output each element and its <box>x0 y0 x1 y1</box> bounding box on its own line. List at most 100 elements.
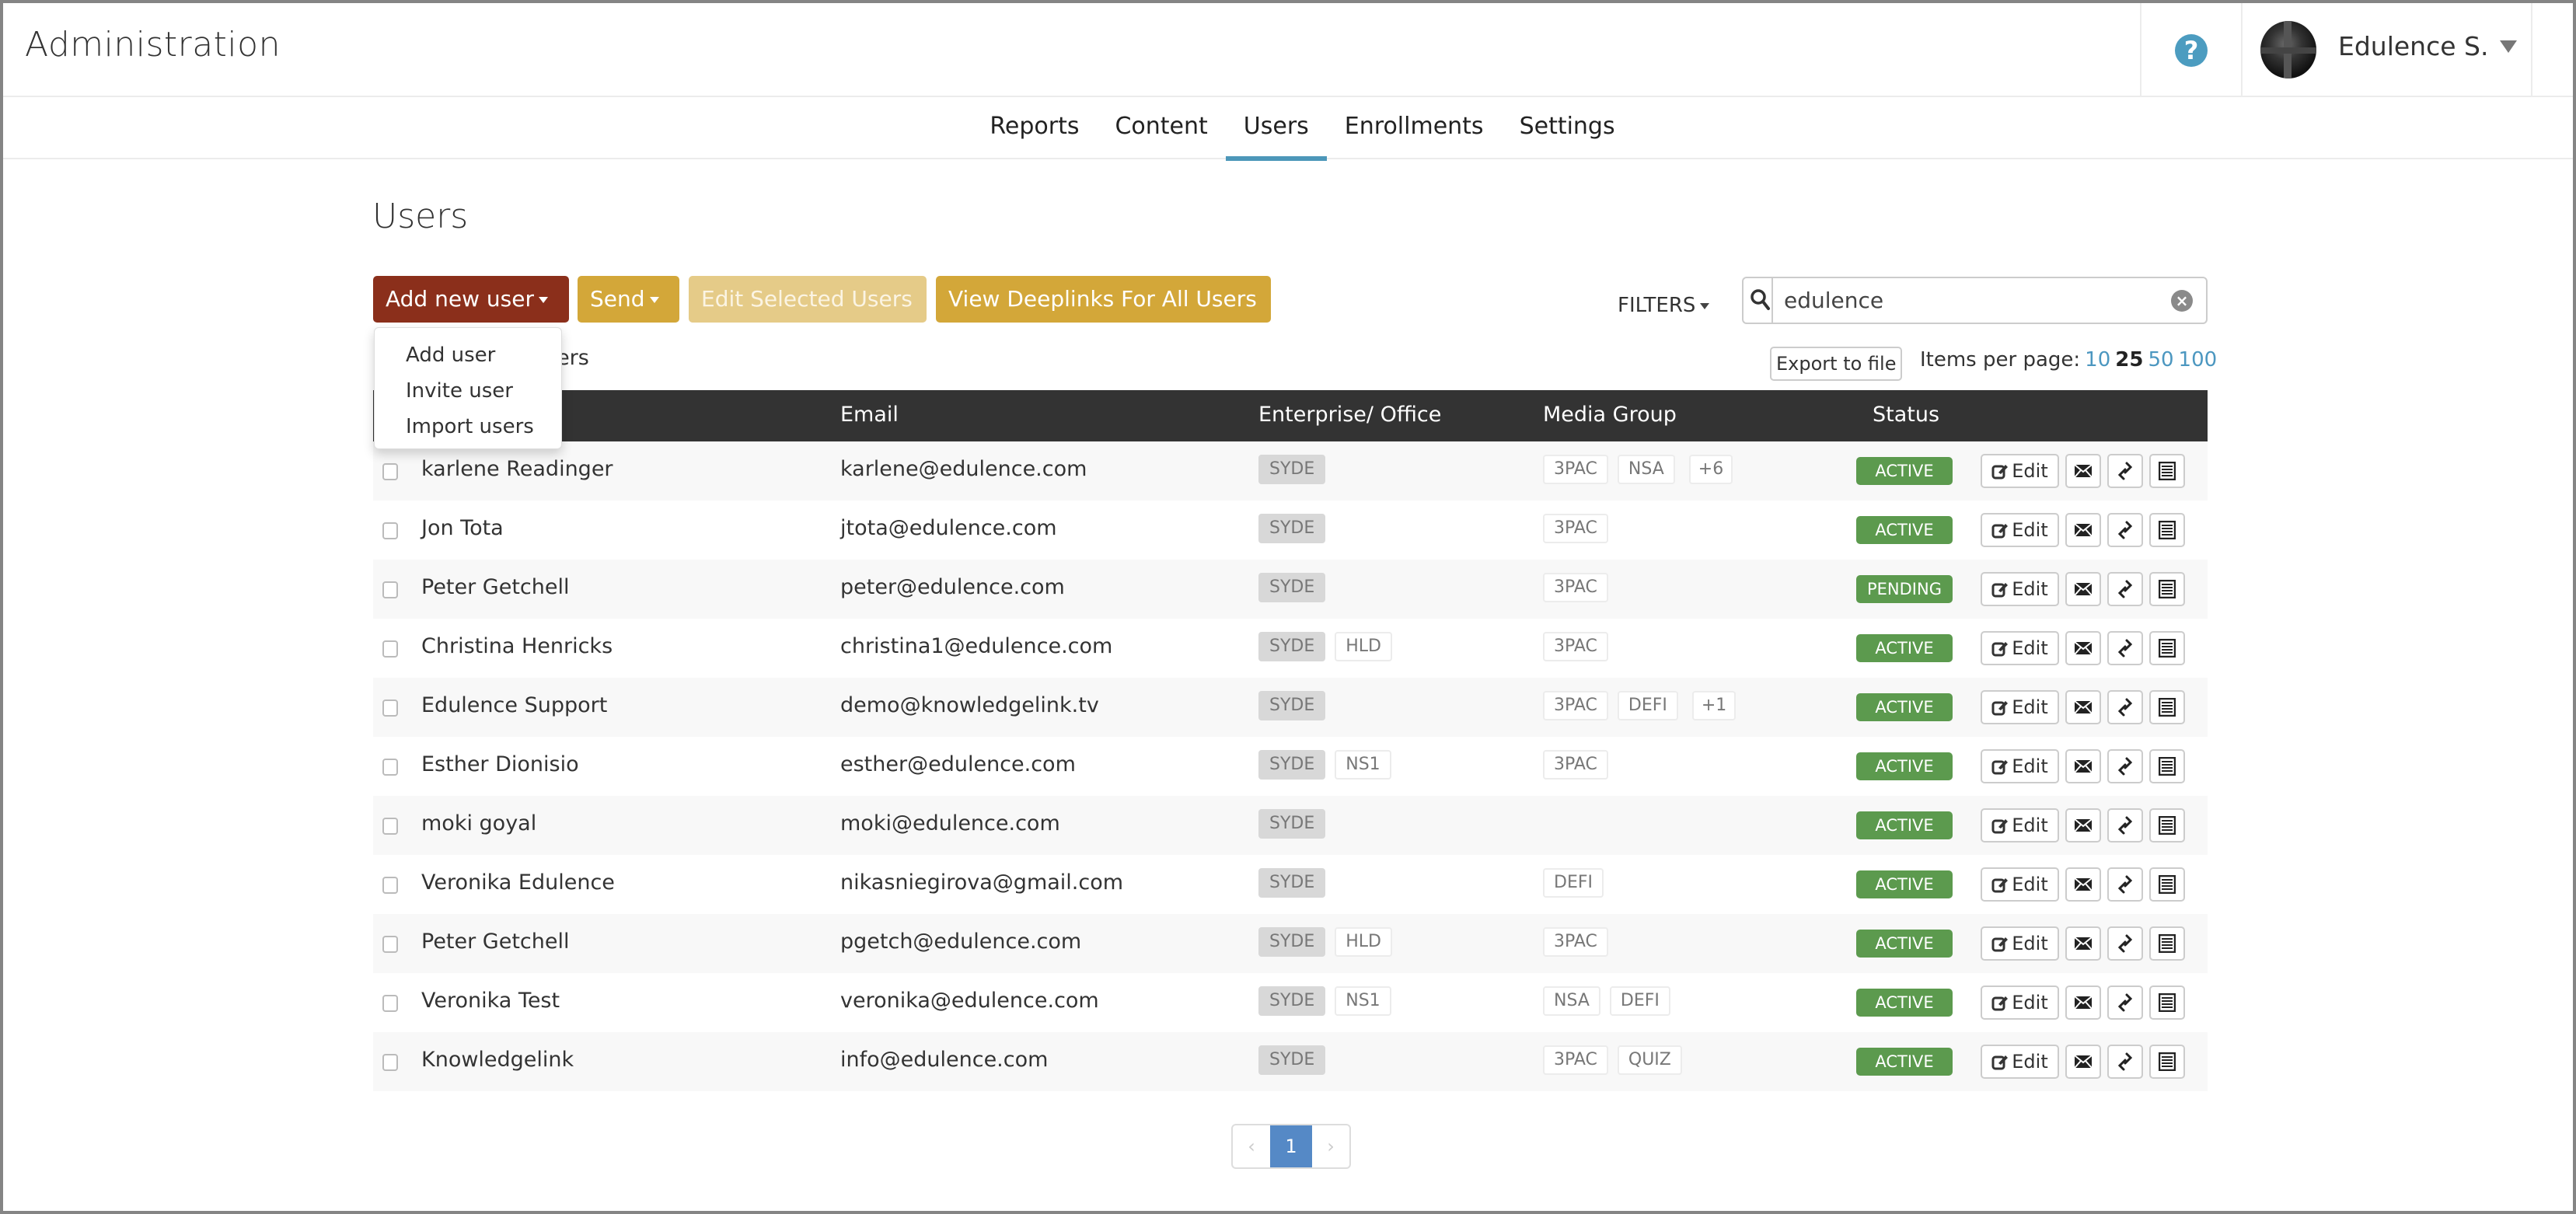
send-button[interactable]: Send <box>578 276 679 323</box>
send-email-button[interactable] <box>2065 454 2101 488</box>
edit-button[interactable]: Edit <box>1981 749 2059 783</box>
details-button[interactable] <box>2149 631 2185 665</box>
tab-users[interactable]: Users <box>1225 97 1327 161</box>
send-email-button[interactable] <box>2065 926 2101 961</box>
help-icon[interactable]: ? <box>2175 34 2208 67</box>
menu-item-import-users[interactable]: Import users <box>375 409 561 445</box>
send-email-button[interactable] <box>2065 631 2101 665</box>
enterprise-tag: SYDE <box>1258 691 1326 720</box>
send-email-button[interactable] <box>2065 1045 2101 1079</box>
list-icon <box>2159 462 2176 480</box>
items-per-page-10[interactable]: 10 <box>2085 348 2110 372</box>
deeplink-button[interactable] <box>2107 572 2143 606</box>
tab-content[interactable]: Content <box>1097 97 1225 159</box>
tab-settings[interactable]: Settings <box>1502 97 1633 159</box>
row-checkbox[interactable] <box>382 936 398 953</box>
link-icon <box>2117 874 2134 895</box>
send-email-button[interactable] <box>2065 986 2101 1020</box>
search-button[interactable] <box>1744 278 1773 323</box>
deeplink-button[interactable] <box>2107 749 2143 783</box>
row-checkbox[interactable] <box>382 995 398 1012</box>
details-button[interactable] <box>2149 690 2185 724</box>
pagination-page-1[interactable]: 1 <box>1270 1125 1312 1167</box>
add-new-user-button[interactable]: Add new user <box>373 276 569 323</box>
items-per-page-label: Items per page: <box>1920 348 2081 372</box>
row-checkbox[interactable] <box>382 699 398 717</box>
pagination-prev[interactable]: ‹ <box>1233 1125 1270 1167</box>
edit-button[interactable]: Edit <box>1981 1045 2059 1079</box>
column-header-enterprise[interactable]: Enterprise/ Office <box>1258 403 1441 427</box>
column-header-media-group[interactable]: Media Group <box>1543 403 1677 427</box>
send-email-button[interactable] <box>2065 749 2101 783</box>
edit-icon <box>1991 758 2009 775</box>
menu-item-add-user[interactable]: Add user <box>375 337 561 373</box>
send-email-button[interactable] <box>2065 690 2101 724</box>
more-media-groups-tag[interactable]: +1 <box>1691 691 1737 720</box>
details-button[interactable] <box>2149 808 2185 842</box>
edit-button[interactable]: Edit <box>1981 986 2059 1020</box>
deeplink-button[interactable] <box>2107 986 2143 1020</box>
details-button[interactable] <box>2149 867 2185 902</box>
column-header-status[interactable]: Status <box>1873 403 1939 427</box>
clear-search-icon[interactable]: × <box>2171 290 2193 312</box>
edit-button[interactable]: Edit <box>1981 808 2059 842</box>
more-media-groups-tag[interactable]: +6 <box>1688 455 1733 484</box>
tab-reports[interactable]: Reports <box>972 97 1097 159</box>
filters-dropdown[interactable]: FILTERS <box>1618 294 1710 317</box>
edit-label: Edit <box>2012 755 2048 777</box>
send-email-button[interactable] <box>2065 808 2101 842</box>
media-group-tags: DEFI <box>1543 868 1613 898</box>
row-checkbox[interactable] <box>382 463 398 480</box>
items-per-page-25[interactable]: 25 <box>2115 348 2143 372</box>
menu-item-invite-user[interactable]: Invite user <box>375 373 561 409</box>
edit-button[interactable]: Edit <box>1981 867 2059 902</box>
send-email-button[interactable] <box>2065 867 2101 902</box>
table-row: Christina Henricks christina1@edulence.co… <box>373 619 2208 678</box>
row-checkbox[interactable] <box>382 818 398 835</box>
view-deeplinks-button[interactable]: View Deeplinks For All Users <box>936 276 1271 323</box>
row-checkbox[interactable] <box>382 640 398 658</box>
user-menu-name[interactable]: Edulence S. <box>2338 31 2488 61</box>
details-button[interactable] <box>2149 1045 2185 1079</box>
send-email-button[interactable] <box>2065 513 2101 547</box>
avatar[interactable] <box>2260 21 2316 78</box>
caret-down-icon[interactable] <box>2500 40 2517 53</box>
details-button[interactable] <box>2149 572 2185 606</box>
row-checkbox[interactable] <box>382 759 398 776</box>
row-checkbox[interactable] <box>382 1054 398 1071</box>
deeplink-button[interactable] <box>2107 867 2143 902</box>
edit-selected-users-button[interactable]: Edit Selected Users <box>689 276 927 323</box>
edit-button[interactable]: Edit <box>1981 926 2059 961</box>
edit-button[interactable]: Edit <box>1981 454 2059 488</box>
deeplink-button[interactable] <box>2107 631 2143 665</box>
details-button[interactable] <box>2149 749 2185 783</box>
edit-button[interactable]: Edit <box>1981 631 2059 665</box>
edit-label: Edit <box>2012 874 2048 895</box>
row-checkbox[interactable] <box>382 877 398 894</box>
deeplink-button[interactable] <box>2107 926 2143 961</box>
export-to-file-button[interactable]: Export to file <box>1770 347 1903 381</box>
table-row: karlene Readinger karlene@edulence.com SYD… <box>373 441 2208 501</box>
details-button[interactable] <box>2149 986 2185 1020</box>
edit-button[interactable]: Edit <box>1981 690 2059 724</box>
row-checkbox[interactable] <box>382 581 398 598</box>
column-header-email[interactable]: Email <box>840 403 899 427</box>
tab-enrollments[interactable]: Enrollments <box>1327 97 1502 159</box>
deeplink-button[interactable] <box>2107 808 2143 842</box>
edit-button[interactable]: Edit <box>1981 572 2059 606</box>
edit-button[interactable]: Edit <box>1981 513 2059 547</box>
search-input[interactable] <box>1784 284 2149 316</box>
deeplink-button[interactable] <box>2107 690 2143 724</box>
items-per-page-100[interactable]: 100 <box>2179 348 2218 372</box>
row-checkbox[interactable] <box>382 522 398 539</box>
details-button[interactable] <box>2149 454 2185 488</box>
items-per-page-50[interactable]: 50 <box>2148 348 2173 372</box>
deeplink-button[interactable] <box>2107 454 2143 488</box>
send-email-button[interactable] <box>2065 572 2101 606</box>
details-button[interactable] <box>2149 926 2185 961</box>
details-button[interactable] <box>2149 513 2185 547</box>
deeplink-button[interactable] <box>2107 1045 2143 1079</box>
deeplink-button[interactable] <box>2107 513 2143 547</box>
pagination-next[interactable]: › <box>1312 1125 1349 1167</box>
send-label: Send <box>590 286 645 312</box>
